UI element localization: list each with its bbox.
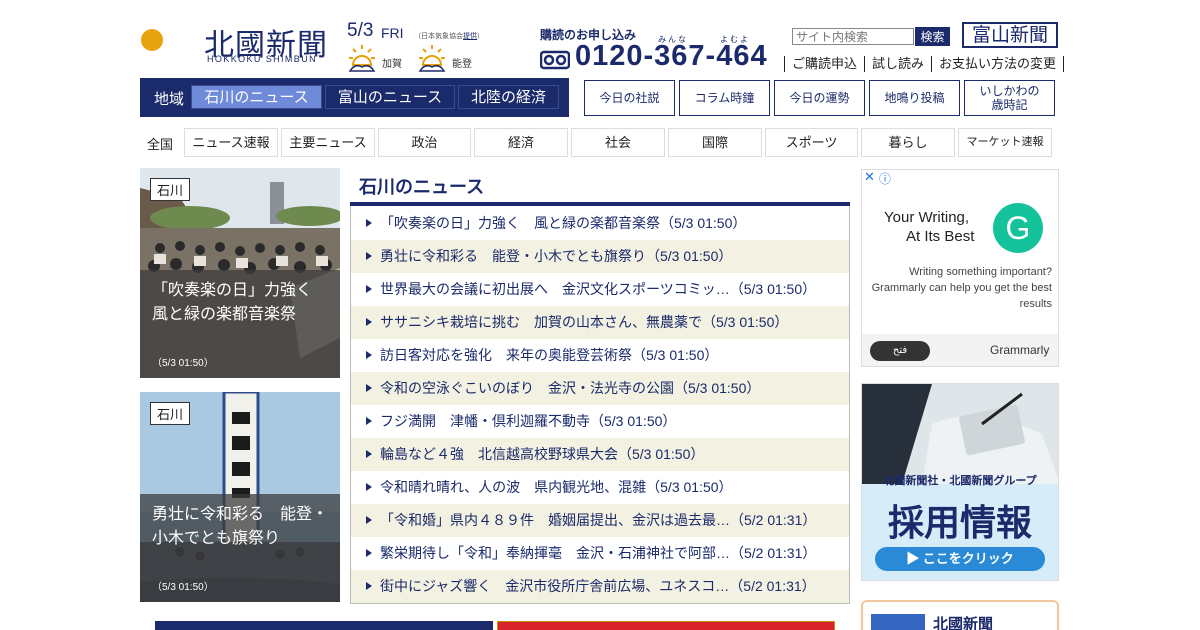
news-item[interactable]: 「令和婚」県内４８９件 婚姻届提出、金沢は過去最…（5/2 01:31） [351, 504, 849, 537]
arrow-right-icon [366, 351, 372, 359]
freedial-icon [540, 50, 570, 70]
recruit-line1: 北國新聞社・北國新聞グループ [883, 475, 1037, 487]
news-section-title[interactable]: 石川のニュース [359, 173, 484, 199]
toyama-shimbun-button[interactable]: 富山新聞 [962, 22, 1058, 48]
ad-close-icon[interactable]: ✕ [864, 170, 875, 185]
recruit-line2: 採用情報 [887, 502, 1032, 543]
tab-hokuriku-economy[interactable]: 北陸の経済 [458, 85, 559, 109]
logo-romaji: HOKKOKU SHIMBUN [207, 54, 318, 64]
bottom-banner-left[interactable] [155, 621, 493, 630]
arrow-right-icon [366, 219, 372, 227]
ishikawa-saijiki-button[interactable]: いしかわの 歳時記 [964, 80, 1055, 116]
cat-top-news[interactable]: 主要ニュース [281, 128, 375, 157]
cat-sports[interactable]: スポーツ [765, 128, 858, 157]
news-item[interactable]: フジ満開 津幡・倶利迦羅不動寺（5/3 01:50） [351, 405, 849, 438]
region-tag: 石川 [150, 178, 191, 201]
reader-post-button[interactable]: 地鳴り投稿 [869, 80, 960, 116]
arrow-right-icon [366, 384, 372, 392]
subscribe-link[interactable]: ご購読申込 [784, 56, 864, 72]
arrow-right-icon [366, 549, 372, 557]
arrow-right-icon [366, 417, 372, 425]
arrow-right-icon [366, 483, 372, 491]
news-item[interactable]: 街中にジャズ響く 金沢市役所庁舎前広場、ユネスコ…（5/2 01:31） [351, 570, 849, 603]
payment-change-link[interactable]: お支払い方法の変更 [931, 56, 1065, 72]
cat-politics[interactable]: 政治 [378, 128, 471, 157]
editorial-button[interactable]: 今日の社説 [584, 80, 675, 116]
weather-credit-link[interactable]: 提供 [463, 33, 477, 40]
date-label: 5/3 [347, 20, 374, 41]
hokkoku-logo-icon[interactable] [140, 16, 198, 64]
news-item[interactable]: 世界最大の会議に初出展へ 金沢文化スポーツコミッ…（5/3 01:50） [351, 273, 849, 306]
cat-living[interactable]: 暮らし [861, 128, 955, 157]
arrow-right-icon [366, 252, 372, 260]
region-tag: 石川 [150, 402, 191, 425]
horoscope-button[interactable]: 今日の運勢 [774, 80, 865, 116]
arrow-right-icon [366, 582, 372, 590]
news-item[interactable]: 訪日客対応を強化 来年の奥能登芸術祭（5/3 01:50） [351, 339, 849, 372]
news-item[interactable]: 「吹奏楽の日」力強く 風と緑の楽都音楽祭（5/3 01:50） [351, 207, 849, 240]
news-item[interactable]: 繁栄期待し「令和」奉納揮毫 金沢・石浦神社で阿部…（5/2 01:31） [351, 537, 849, 570]
ad-headline-2: At Its Best [906, 228, 975, 245]
trial-read-link[interactable]: 試し読み [864, 56, 931, 72]
sunny-icon [418, 45, 446, 72]
weather-place-noto: 能登 [452, 59, 472, 70]
arrow-right-icon [366, 516, 372, 524]
news-item[interactable]: ササニシキ栽培に挑む 加賀の山本さん、無農薬で（5/3 01:50） [351, 306, 849, 339]
news-item[interactable]: 勇壮に令和彩る 能登・小木でとも旗祭り（5/3 01:50） [351, 240, 849, 273]
phone-number[interactable]: 0120-367-464 [575, 40, 768, 73]
cat-society[interactable]: 社会 [571, 128, 665, 157]
arrow-right-icon [366, 318, 372, 326]
grammarly-ad[interactable]: ✕ ⓘ Your Writing, At Its Best G Writing … [861, 169, 1059, 367]
hokkoku-bottom-ad[interactable]: 北國新聞 [861, 600, 1059, 630]
recruit-photo [862, 384, 1058, 484]
ad-open-button[interactable]: فتح [870, 341, 930, 361]
grammarly-logo-icon: G [993, 203, 1043, 253]
cat-international[interactable]: 国際 [668, 128, 762, 157]
arrow-right-icon [366, 450, 372, 458]
weather-place-kaga: 加賀 [382, 59, 402, 70]
photo-card-festival[interactable]: 石川 勇壮に令和彩る 能登・小木でとも旗祭り （5/3 01:50） [140, 392, 340, 602]
cat-breaking[interactable]: ニュース速報 [184, 128, 278, 157]
recruit-ad[interactable]: 北國新聞社・北國新聞グループ 採用情報 ▶ ここをクリック [861, 383, 1059, 581]
cat-market[interactable]: マーケット速報 [958, 128, 1052, 157]
bottom-ad-thumb [871, 614, 925, 630]
weather-credit: （日本気象協会提供） [414, 33, 484, 40]
search-button[interactable]: 検索 [915, 27, 950, 46]
weekday-label: FRI [381, 25, 404, 41]
ad-brand: Grammarly [990, 343, 1050, 357]
photo-caption[interactable]: 勇壮に令和彩る 能登・小木でとも旗祭り [152, 503, 334, 551]
ad-headline-1: Your Writing, [884, 209, 970, 226]
arrow-right-icon [366, 285, 372, 293]
bottom-ad-title: 北國新聞 [933, 616, 994, 630]
news-item[interactable]: 令和の空泳ぐこいのぼり 金沢・法光寺の公園（5/3 01:50） [351, 372, 849, 405]
top-links: ご購読申込 試し読み お支払い方法の変更 [784, 56, 1065, 72]
news-item[interactable]: 令和晴れ晴れ、人の波 県内観光地、混雑（5/3 01:50） [351, 471, 849, 504]
ad-info-icon[interactable]: ⓘ [879, 170, 891, 187]
recruit-click-button[interactable]: ▶ ここをクリック [875, 547, 1045, 571]
search-input[interactable] [792, 28, 914, 45]
tab-ishikawa-news[interactable]: 石川のニュース [191, 85, 322, 109]
photo-caption[interactable]: 「吹奏楽の日」力強く 風と緑の楽都音楽祭 [152, 279, 334, 327]
region-label: 地域 [154, 91, 185, 108]
tab-toyama-news[interactable]: 富山のニュース [325, 85, 455, 109]
bottom-banner-right[interactable] [497, 621, 835, 630]
photo-timestamp: （5/3 01:50） [152, 582, 214, 593]
photo-card-concert[interactable]: 石川 「吹奏楽の日」力強く 風と緑の楽都音楽祭 （5/3 01:50） [140, 168, 340, 378]
category-label: 全国 [147, 137, 174, 152]
sunny-icon [348, 45, 376, 72]
column-jisho-button[interactable]: コラム時鐘 [679, 80, 770, 116]
news-item[interactable]: 輪島など４強 北信越高校野球県大会（5/3 01:50） [351, 438, 849, 471]
ad-body: Writing something important? Grammarly c… [871, 266, 1052, 310]
photo-timestamp: （5/3 01:50） [152, 358, 214, 369]
cat-economy[interactable]: 経済 [474, 128, 568, 157]
